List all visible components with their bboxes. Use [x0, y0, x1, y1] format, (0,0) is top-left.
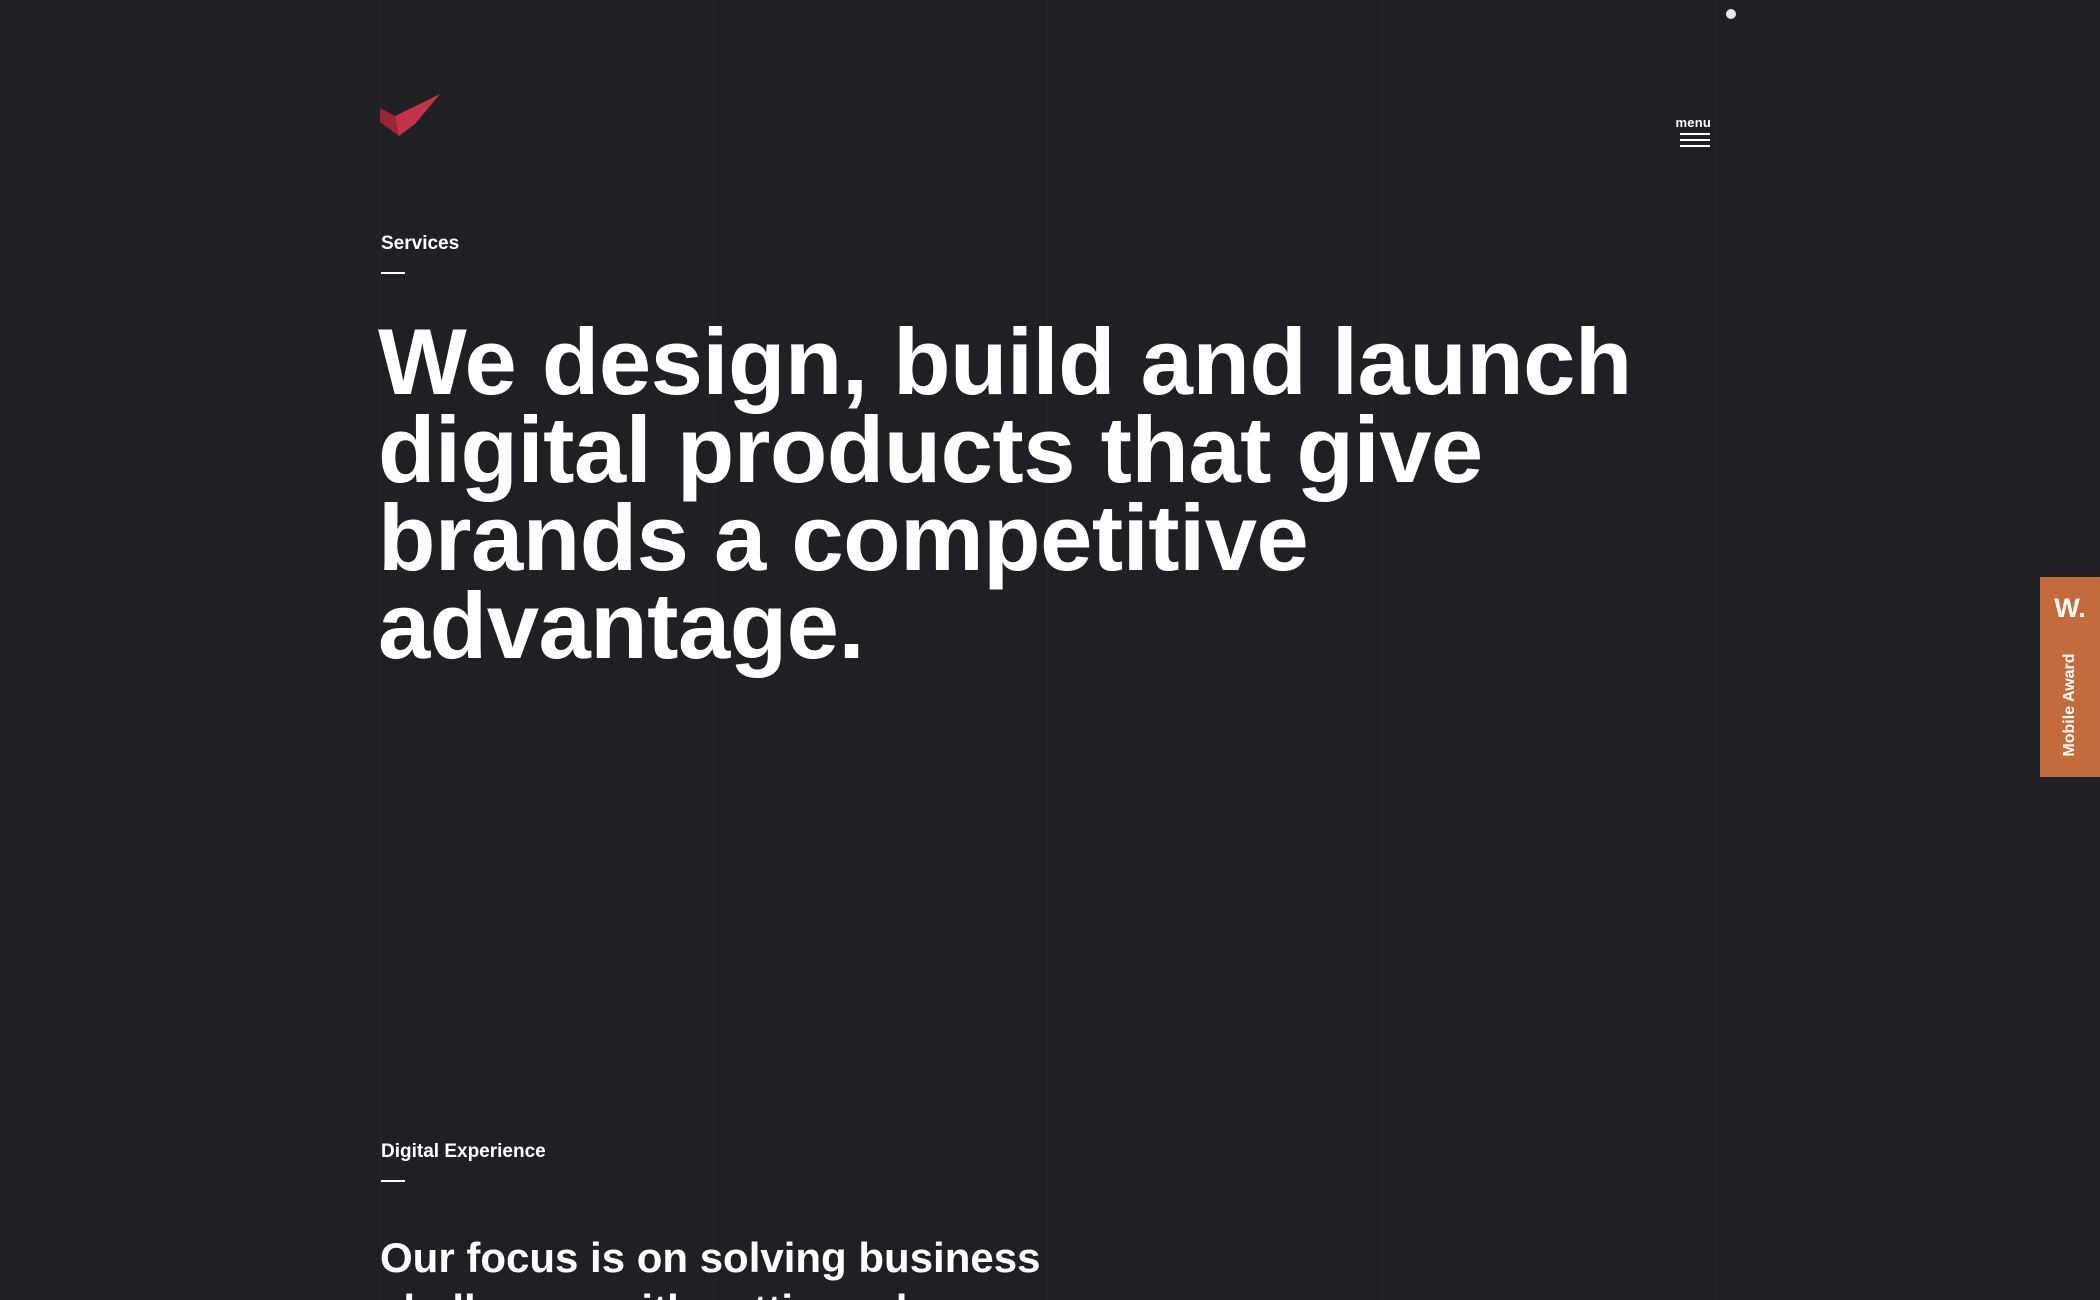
section-label-services: Services — [381, 233, 460, 254]
section-label-digital-experience: Digital Experience — [381, 1141, 546, 1162]
scroll-indicator-dot[interactable] — [1726, 9, 1736, 19]
digital-experience-headline: Our focus is on solving business challen… — [380, 1234, 1041, 1300]
mobile-award-tab[interactable]: W. Mobile Award — [2040, 577, 2100, 777]
hamburger-icon — [1680, 133, 1710, 147]
menu-button[interactable]: menu — [1675, 115, 1712, 148]
menu-label: menu — [1675, 115, 1711, 130]
section-divider — [381, 272, 405, 274]
checkmark-logo-icon[interactable] — [380, 94, 440, 136]
page: menu Services We design, build and launc… — [0, 0, 2100, 1300]
award-label: Mobile Award — [2061, 653, 2078, 757]
section-divider — [381, 1180, 405, 1182]
grid-line — [1716, 0, 1717, 1300]
award-badge: W. — [2054, 593, 2086, 623]
services-headline: We design, build and launch digital prod… — [378, 309, 1632, 678]
